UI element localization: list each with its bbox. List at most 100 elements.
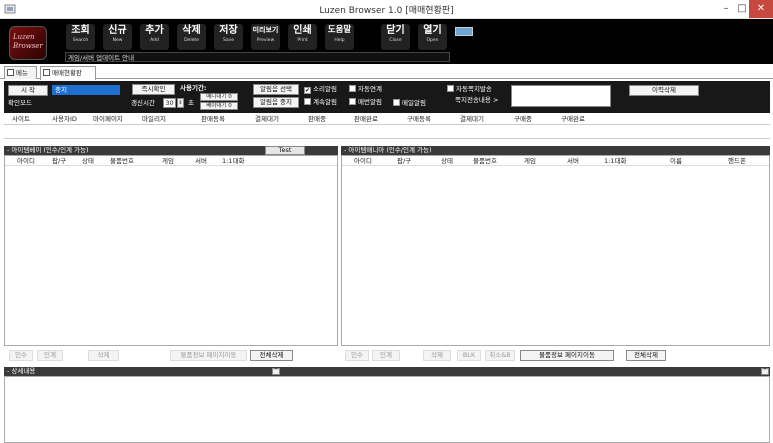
col-mypage: 마이페이지 (93, 115, 123, 123)
itembay-delete-button[interactable]: 삭제 (88, 350, 119, 361)
itembay-hand-button[interactable]: 인계 (37, 350, 63, 361)
minimize-button[interactable]: – (717, 0, 735, 18)
itemmania-blk-button[interactable]: BLK (457, 350, 481, 361)
col-sale-registered: 판매등록 (201, 115, 225, 123)
close-button-sublabel: Close (389, 38, 402, 43)
print-button-sublabel: Print (297, 38, 308, 43)
bay-wait-counter: 베이대기 0 (200, 102, 238, 110)
help-button-sublabel: Help (334, 38, 345, 43)
itembay-delete-all-button[interactable]: 전체삭제 (250, 350, 293, 361)
itemmania-goto-item-button[interactable]: 물품정보 페이지이동 (520, 350, 614, 361)
status-tab-icon (43, 69, 50, 76)
chevron-up-icon[interactable]: ^ (761, 368, 769, 375)
print-button[interactable]: 인쇄 Print (288, 24, 317, 50)
col-sale-complete: 판매완료 (354, 115, 378, 123)
itemmania-section-bar: - 아이템매니아 (인수/인계 가능) (341, 146, 770, 155)
itemmania-cancel-button[interactable]: 취소&B (485, 350, 515, 361)
col-server: 서버 (195, 157, 207, 165)
note-message-input[interactable] (511, 85, 611, 107)
mania-wait-counter: 매니대기 0 (200, 93, 238, 101)
refresh-interval-input[interactable]: 30 (163, 98, 176, 108)
col-item-number: 물품번호 (110, 157, 134, 165)
new-button-sublabel: New (112, 38, 123, 43)
display-icon[interactable] (455, 27, 473, 36)
detail-content[interactable] (4, 376, 770, 443)
preview-button-sublabel: Preview (256, 38, 275, 43)
title-bar: Luzen Browser 1.0 [매매현황판] – □ ✕ (0, 0, 773, 19)
col-chat: 1:1대화 (604, 157, 627, 165)
checkbox-checked-icon (304, 87, 311, 94)
itembay-title: - 아이템베이 (인수/인계 가능) (7, 146, 89, 154)
auto-note-checkbox[interactable]: 자동쪽지발송 (447, 84, 492, 94)
itembay-list-header: 아이디 팝/구 상태 물품번호 게임 서버 1:1대화 (5, 156, 337, 166)
col-buy-registered: 구매등록 (407, 115, 431, 123)
search-button[interactable]: 조회 Search (66, 24, 95, 50)
instant-check-button[interactable]: 즉시확인 (132, 84, 175, 95)
chevron-up-icon[interactable]: ^ (272, 368, 280, 375)
col-buy-complete: 구매완료 (561, 115, 585, 123)
update-notice[interactable]: 게임/서버 업데이트 안내 (65, 52, 450, 62)
checkbox-icon (447, 85, 454, 92)
close-window-button[interactable]: ✕ (749, 0, 773, 18)
print-button-label: 인쇄 (293, 25, 312, 36)
direct-alert-label: 매번알림 (358, 98, 382, 106)
preview-button[interactable]: 미리보기 Preview (251, 24, 280, 50)
col-phone: 핸드폰 (728, 157, 746, 165)
open-button-sublabel: Open (426, 38, 439, 43)
logo-line-1: Luzen (13, 33, 35, 41)
history-delete-button[interactable]: 이력삭제 (629, 85, 699, 96)
sound-stop-button[interactable]: 알림음 중지 (253, 97, 299, 108)
itemmania-list-header: 아이디 팝/구 상태 물품번호 게임 서버 1:1대화 이름 핸드폰 (342, 156, 769, 166)
itemmania-hand-button[interactable]: 인계 (372, 350, 400, 361)
itemmania-take-button[interactable]: 인수 (345, 350, 369, 361)
help-button[interactable]: 도움말 Help (325, 24, 354, 50)
status-select[interactable]: 중지 (52, 85, 120, 95)
preview-button-label: 미리보기 (252, 26, 279, 34)
continuous-alert-checkbox[interactable]: 계속알림 (304, 97, 337, 107)
itemmania-delete-button[interactable]: 삭제 (423, 350, 451, 361)
col-game: 게임 (524, 157, 536, 165)
open-button-label: 열기 (423, 25, 442, 36)
direct-alert-checkbox[interactable]: 매번알림 (349, 97, 382, 107)
tab-strip: 메뉴 매매현황판 (0, 64, 773, 80)
open-button[interactable]: 열기 Open (418, 24, 447, 50)
help-button-label: 도움말 (327, 25, 352, 35)
maximize-button[interactable]: □ (735, 0, 749, 18)
refresh-time-label: 갱신시간 (131, 99, 155, 107)
tab-menu[interactable]: 메뉴 (4, 66, 37, 79)
test-button[interactable]: Test (265, 146, 305, 155)
interval-spinner[interactable]: ⇕ (177, 98, 184, 108)
col-item-number: 물품번호 (473, 157, 497, 165)
new-button[interactable]: 신규 New (103, 24, 132, 50)
tab-trade-status[interactable]: 매매현황판 (40, 66, 96, 80)
mail-alert-checkbox[interactable]: 메일알림 (393, 98, 426, 108)
search-button-sublabel: Search (72, 38, 89, 43)
save-button[interactable]: 저장 Save (214, 24, 243, 50)
delete-button[interactable]: 삭제 Delete (177, 24, 206, 50)
col-sale-payment-wait: 결제대기 (255, 115, 279, 123)
window-title: Luzen Browser 1.0 [매매현황판] (319, 6, 454, 16)
col-state: 상태 (441, 157, 453, 165)
itembay-goto-item-button[interactable]: 물품정보 페이지이동 (170, 350, 247, 361)
col-buy-payment-wait: 결제대기 (460, 115, 484, 123)
add-button-sublabel: Add (150, 38, 159, 43)
col-sell-buy: 팝/구 (397, 157, 412, 165)
auto-link-checkbox[interactable]: 자동연계 (349, 84, 382, 94)
sound-select-button[interactable]: 알림음 선택 (253, 84, 299, 95)
save-button-sublabel: Save (222, 38, 235, 43)
itembay-take-button[interactable]: 인수 (9, 350, 33, 361)
seconds-label: 초 (188, 99, 194, 107)
divider (4, 124, 770, 125)
add-button[interactable]: 추가 Add (140, 24, 169, 50)
start-button[interactable]: 시 작 (8, 85, 48, 96)
search-button-label: 조회 (71, 25, 90, 36)
itemmania-delete-all-button[interactable]: 전체삭제 (626, 350, 666, 361)
itemmania-title: - 아이템매니아 (인수/인계 가능) (344, 146, 432, 154)
close-button[interactable]: 닫기 Close (381, 24, 410, 50)
sound-alert-checkbox[interactable]: 소리알림 (304, 84, 337, 94)
col-server: 서버 (567, 157, 579, 165)
usage-period-label: 사용기간: (180, 84, 207, 92)
itembay-list[interactable]: 아이디 팝/구 상태 물품번호 게임 서버 1:1대화 (4, 155, 338, 346)
itemmania-list[interactable]: 아이디 팝/구 상태 물품번호 게임 서버 1:1대화 이름 핸드폰 (341, 155, 770, 346)
col-id: 아이디 (17, 157, 35, 165)
